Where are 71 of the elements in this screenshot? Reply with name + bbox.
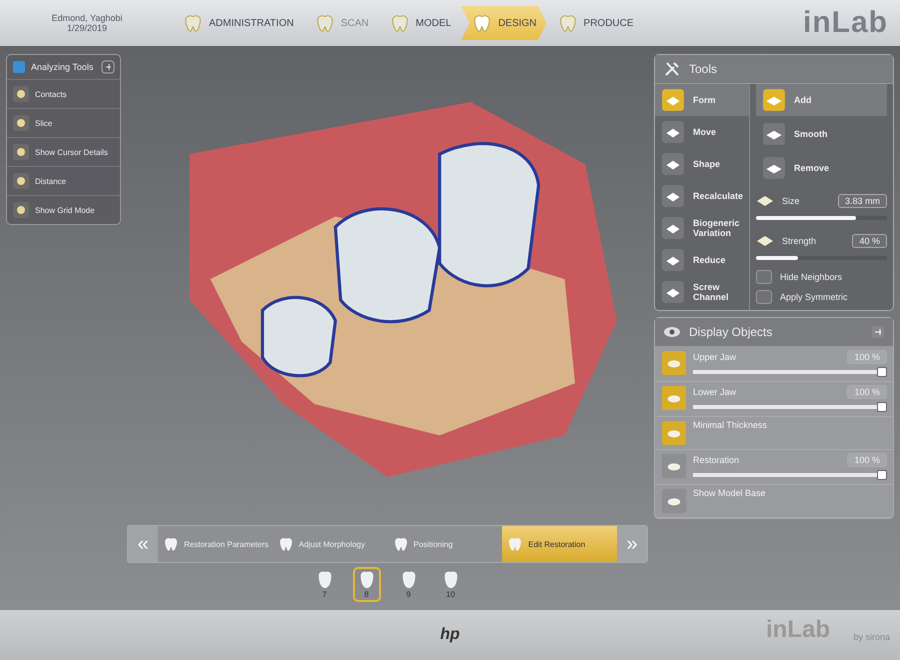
checkbox[interactable]: [756, 290, 772, 304]
checkbox-label: Hide Neighbors: [780, 272, 842, 282]
value-field: 100 %: [847, 385, 887, 399]
tool-mode-button[interactable]: Form: [655, 84, 749, 116]
analyzing-tool-item[interactable]: Distance: [7, 166, 120, 195]
visibility-toggle[interactable]: [661, 385, 687, 411]
panel-title: Display Objects: [689, 325, 772, 339]
patient-name: Edmond, Yaghobi: [52, 13, 122, 23]
slider-track[interactable]: [693, 367, 887, 377]
panel-title: Tools: [689, 62, 718, 76]
analyzing-tool-item[interactable]: Slice: [7, 108, 120, 137]
checkbox-label: Apply Symmetric: [780, 292, 848, 302]
value-field: 3.83 mm: [838, 194, 887, 208]
product-sublogo: by sirona: [853, 632, 890, 642]
tooth-selector[interactable]: 9: [394, 567, 422, 602]
tool-mode-button[interactable]: Screw Channel: [655, 276, 749, 308]
workflow-step-tab[interactable]: ADMINISTRATION: [172, 6, 304, 40]
tool-action-button[interactable]: Add: [756, 84, 887, 116]
workflow-step-tab[interactable]: PRODUCE: [546, 6, 644, 40]
tooth-selector[interactable]: 7: [310, 567, 338, 602]
tool-mode-button[interactable]: Move: [655, 116, 749, 148]
tool-icon: [12, 201, 30, 219]
tooth-selector[interactable]: 8: [352, 567, 380, 602]
tool-action-button[interactable]: Remove: [756, 152, 887, 184]
design-step-tab[interactable]: Positioning: [388, 526, 502, 562]
patient-date: 1/29/2019: [66, 23, 108, 33]
object-label: Upper Jaw: [693, 352, 738, 362]
slider-thumb[interactable]: [877, 367, 887, 377]
value-field: 100 %: [847, 453, 887, 467]
visibility-toggle[interactable]: [661, 350, 687, 376]
visibility-toggle[interactable]: [661, 420, 687, 446]
tooth-selector[interactable]: 10: [436, 567, 464, 602]
object-label: Minimal Thickness: [693, 420, 768, 430]
slider-track[interactable]: [756, 256, 887, 260]
analyzing-tool-item[interactable]: Show Grid Mode: [7, 195, 120, 224]
object-label: Restoration: [693, 455, 740, 465]
slider-thumb[interactable]: [877, 402, 887, 412]
slider-track[interactable]: [756, 216, 887, 220]
tool-icon: [12, 114, 30, 132]
tool-mode-button[interactable]: Reduce: [655, 244, 749, 276]
slider-thumb[interactable]: [877, 470, 887, 480]
visibility-toggle[interactable]: [661, 488, 687, 514]
tool-mode-button[interactable]: Biogeneric Variation: [655, 212, 749, 244]
analyzing-tool-item[interactable]: Contacts: [7, 79, 120, 108]
analyzing-tool-item[interactable]: Show Cursor Details: [7, 137, 120, 166]
slider-label: Size: [782, 196, 801, 206]
slider-track[interactable]: [693, 470, 887, 480]
slider-fill[interactable]: [756, 216, 856, 220]
panel-title: Analyzing Tools: [31, 62, 94, 72]
value-field: 40 %: [852, 234, 887, 248]
design-step-tab[interactable]: Restoration Parameters: [158, 526, 273, 562]
brand-logo: hp: [440, 626, 460, 644]
tool-icon: [12, 172, 30, 190]
checkbox[interactable]: [756, 270, 772, 284]
slider-track[interactable]: [693, 402, 887, 412]
tool-mode-button[interactable]: Shape: [655, 148, 749, 180]
tool-action-button[interactable]: Smooth: [756, 118, 887, 150]
workflow-step-tab[interactable]: DESIGN: [461, 6, 547, 40]
tool-mode-button[interactable]: Recalculate: [655, 180, 749, 212]
design-step-tab[interactable]: Adjust Morphology: [272, 526, 388, 562]
slider-fill[interactable]: [756, 256, 798, 260]
visibility-toggle[interactable]: [661, 453, 687, 479]
value-field: 100 %: [847, 350, 887, 364]
tool-icon: [12, 85, 30, 103]
object-label: Lower Jaw: [693, 387, 738, 397]
slider-label: Strength: [782, 236, 818, 246]
app-logo: inLab: [803, 6, 888, 40]
object-label: Show Model Base: [693, 488, 767, 498]
workflow-step-tab[interactable]: MODEL: [378, 6, 462, 40]
tool-icon: [12, 143, 30, 161]
design-step-tab[interactable]: Edit Restoration: [502, 526, 617, 562]
